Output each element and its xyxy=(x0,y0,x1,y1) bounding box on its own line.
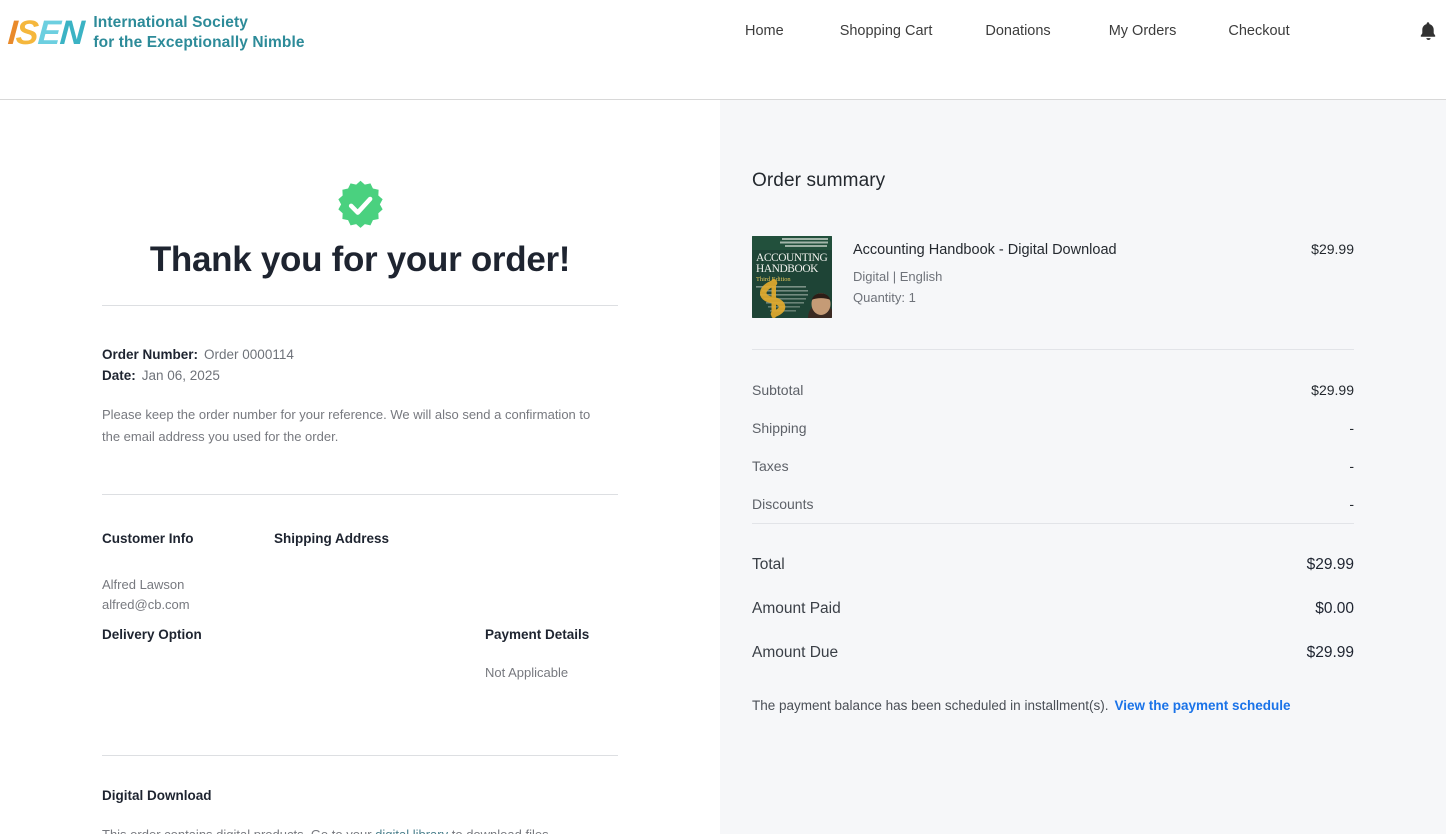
summary-line-subtotal: Subtotal $29.99 xyxy=(752,371,1354,409)
digital-download-text: This order contains digital products. Go… xyxy=(102,825,618,834)
subtotal-value: $29.99 xyxy=(1311,382,1354,398)
payment-details-heading: Payment Details xyxy=(485,627,590,642)
order-item-row: ACCOUNTING HANDBOOK Third Edition Accoun… xyxy=(752,236,1354,349)
isen-logo-mark: ISEN xyxy=(7,14,85,52)
product-details: Accounting Handbook - Digital Download D… xyxy=(853,236,1290,308)
product-thumbnail: ACCOUNTING HANDBOOK Third Edition xyxy=(752,236,832,318)
customer-info-heading: Customer Info xyxy=(102,531,194,546)
shipping-label: Shipping xyxy=(752,420,807,436)
accounting-handbook-book-cover-icon: ACCOUNTING HANDBOOK Third Edition xyxy=(752,236,832,318)
summary-line-amount-paid: Amount Paid $0.00 xyxy=(752,587,1354,631)
order-meta-block: Order Number: Order 0000114 Date: Jan 06, … xyxy=(102,306,618,448)
digital-download-heading: Digital Download xyxy=(102,788,212,803)
page-title: Thank you for your order! xyxy=(149,240,571,279)
amount-paid-value: $0.00 xyxy=(1315,600,1354,617)
subtotal-label: Subtotal xyxy=(752,382,804,398)
nav-item-donations[interactable]: Donations xyxy=(985,21,1050,41)
digital-library-link[interactable]: digital library xyxy=(375,827,448,834)
order-number-row: Order Number: Order 0000114 xyxy=(102,344,618,365)
product-quantity: Quantity: 1 xyxy=(853,290,916,305)
taxes-value: - xyxy=(1349,458,1354,474)
total-label: Total xyxy=(752,556,785,573)
nav-item-home[interactable]: Home xyxy=(745,21,784,41)
summary-line-taxes: Taxes - xyxy=(752,447,1354,485)
customer-name: Alfred Lawson xyxy=(102,577,185,592)
bell-icon xyxy=(1420,22,1436,41)
shipping-address-heading: Shipping Address xyxy=(274,531,390,546)
customer-shipping-section: Customer Info Alfred Lawson alfred@cb.co… xyxy=(102,495,618,627)
logo-letter-s: S xyxy=(15,14,40,52)
summary-line-amount-due: Amount Due $29.99 xyxy=(752,631,1354,675)
amount-due-label: Amount Due xyxy=(752,644,839,661)
summary-line-total: Total $29.99 xyxy=(752,543,1354,587)
page-body: Thank you for your order! Order Number: O… xyxy=(0,100,1446,834)
check-badge-icon xyxy=(337,180,383,228)
total-value: $29.99 xyxy=(1306,556,1354,573)
amount-paid-label: Amount Paid xyxy=(752,600,841,617)
order-confirmation-column: Thank you for your order! Order Number: O… xyxy=(0,100,720,834)
order-summary-panel: Order summary ACCOUNTING HANDBOOK Third … xyxy=(720,100,1446,834)
order-date-value: Jan 06, 2025 xyxy=(141,368,220,383)
summary-lines: Subtotal $29.99 Shipping - Taxes - Disco… xyxy=(752,350,1354,523)
order-success-indicator xyxy=(102,179,618,232)
installment-note-text: The payment balance has been scheduled i… xyxy=(752,698,1109,713)
view-payment-schedule-link[interactable]: View the payment schedule xyxy=(1114,698,1290,713)
order-date-label: Date: xyxy=(102,368,136,383)
delivery-option-heading: Delivery Option xyxy=(102,627,202,642)
order-number-value: Order 0000114 xyxy=(204,347,294,362)
digital-download-text-before: This order contains digital products. Go… xyxy=(102,827,375,834)
customer-info-body: Alfred Lawson alfred@cb.com xyxy=(102,575,190,615)
discounts-value: - xyxy=(1349,496,1354,512)
product-attributes: Digital | English xyxy=(853,269,943,284)
summary-totals: Total $29.99 Amount Paid $0.00 Amount Du… xyxy=(752,524,1354,675)
order-summary-title: Order summary xyxy=(752,170,886,191)
organization-name-line1: International Society xyxy=(93,13,248,31)
logo-letter-e: E xyxy=(36,14,62,52)
summary-line-discounts: Discounts - xyxy=(752,485,1354,523)
shipping-value: - xyxy=(1349,420,1354,436)
site-header: ISEN International Society for the Excep… xyxy=(0,0,1446,100)
organization-name: International Society for the Exceptiona… xyxy=(93,13,304,54)
digital-download-text-after: to download files. xyxy=(448,827,552,834)
site-logo[interactable]: ISEN International Society for the Excep… xyxy=(0,0,305,58)
organization-name-line2: for the Exceptionally Nimble xyxy=(93,34,305,51)
discounts-label: Discounts xyxy=(752,496,814,512)
customer-email: alfred@cb.com xyxy=(102,597,190,612)
amount-due-value: $29.99 xyxy=(1306,644,1354,661)
payment-details-value: Not Applicable xyxy=(485,665,569,680)
order-reference-note: Please keep the order number for your re… xyxy=(102,407,591,444)
taxes-label: Taxes xyxy=(752,458,789,474)
order-date-row: Date: Jan 06, 2025 xyxy=(102,365,618,386)
product-name: Accounting Handbook - Digital Download xyxy=(853,242,1117,258)
notifications-button[interactable] xyxy=(1418,21,1438,42)
installment-note: The payment balance has been scheduled i… xyxy=(752,675,1354,716)
logo-letter-n: N xyxy=(58,14,85,52)
nav-item-checkout[interactable]: Checkout xyxy=(1228,21,1289,41)
nav-item-my-orders[interactable]: My Orders xyxy=(1109,21,1177,41)
order-number-label: Order Number: xyxy=(102,347,199,362)
delivery-payment-section: Delivery Option Payment Details Not Appl… xyxy=(102,627,618,755)
product-price: $29.99 xyxy=(1311,241,1354,257)
svg-text:HANDBOOK: HANDBOOK xyxy=(756,263,819,275)
summary-line-shipping: Shipping - xyxy=(752,409,1354,447)
main-navigation: Home Shopping Cart Donations My Orders C… xyxy=(745,21,1290,41)
digital-download-section: Digital Download This order contains dig… xyxy=(102,756,618,834)
nav-item-shopping-cart[interactable]: Shopping Cart xyxy=(840,21,933,41)
